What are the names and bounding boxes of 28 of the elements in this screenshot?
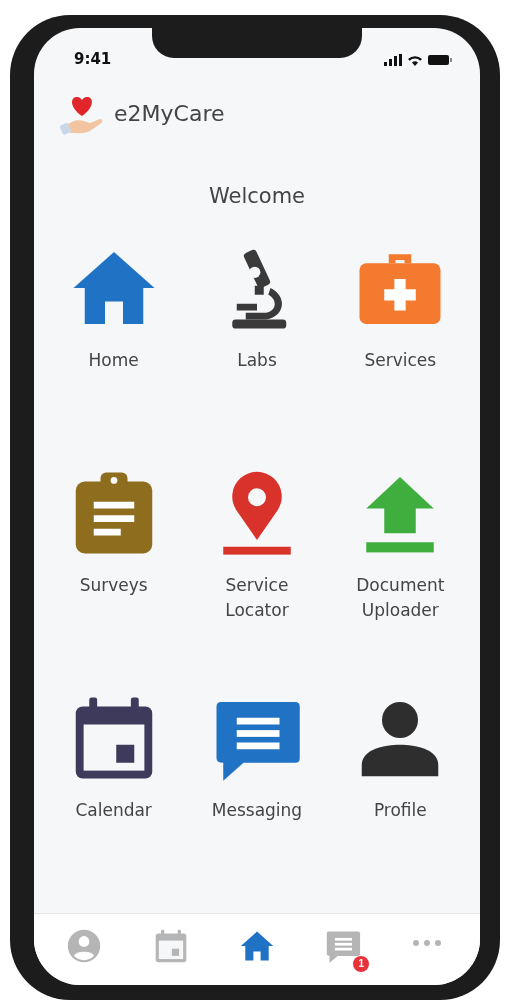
tile-label: Messaging bbox=[210, 798, 304, 822]
tile-label: Service Locator bbox=[224, 573, 290, 622]
tile-label: Document Uploader bbox=[355, 573, 446, 622]
tile-button[interactable]: Document Uploader bbox=[328, 462, 472, 688]
wifi-icon bbox=[407, 53, 423, 66]
tile-button[interactable]: Profile bbox=[328, 687, 472, 913]
person-icon bbox=[66, 927, 103, 964]
battery-icon bbox=[428, 53, 452, 66]
tile-button[interactable]: Service Locator bbox=[185, 462, 329, 688]
tile-button[interactable]: Surveys bbox=[42, 462, 186, 688]
clock-time: 9:41 bbox=[74, 49, 112, 70]
app-name: e2MyCare bbox=[114, 101, 225, 127]
welcome-heading: Welcome bbox=[207, 183, 307, 208]
tile-label: Surveys bbox=[78, 573, 149, 597]
tile-button[interactable]: Home bbox=[42, 237, 186, 463]
tile-label: Profile bbox=[372, 798, 428, 822]
more-icon bbox=[411, 939, 442, 946]
tile-button[interactable]: Messaging bbox=[185, 687, 329, 913]
tab-button[interactable]: 1 bbox=[323, 925, 370, 972]
tile-label: Labs bbox=[236, 348, 278, 372]
notification-badge: 1 bbox=[353, 955, 370, 972]
tile-button[interactable]: Services bbox=[328, 237, 472, 463]
signal-icon bbox=[384, 53, 402, 66]
tile-label: Home bbox=[87, 348, 140, 372]
tile-label: Calendar bbox=[74, 798, 153, 822]
tile-label: Services bbox=[363, 348, 438, 372]
tile-button[interactable]: Calendar bbox=[42, 687, 186, 913]
tile-button[interactable]: Labs bbox=[185, 237, 329, 463]
